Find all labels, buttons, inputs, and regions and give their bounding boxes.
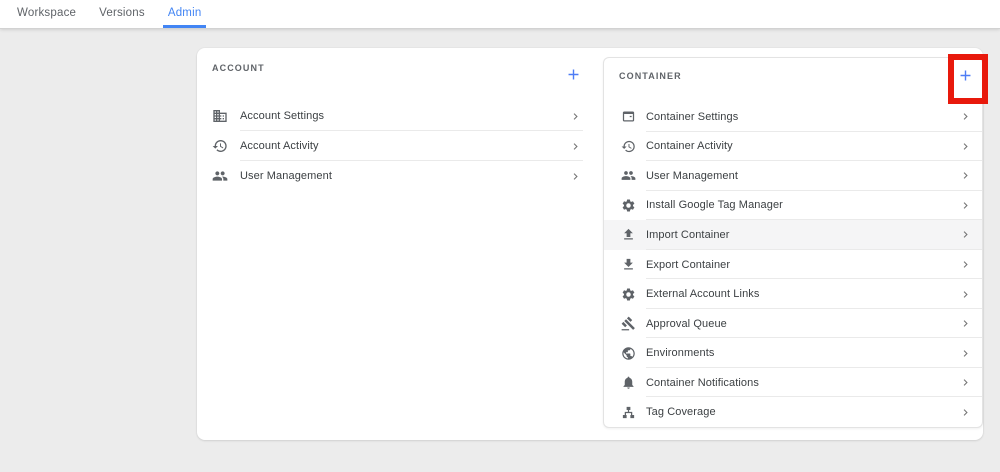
chevron-right-icon bbox=[569, 140, 582, 153]
gear-icon bbox=[621, 198, 636, 213]
business-icon bbox=[212, 108, 228, 124]
top-navigation: Workspace Versions Admin bbox=[0, 0, 1000, 29]
account-section: ACCOUNT Account Settings Account Activity… bbox=[197, 48, 593, 440]
list-item-label: Container Activity bbox=[646, 140, 733, 153]
chevron-right-icon bbox=[959, 376, 972, 389]
list-item-approval-queue[interactable]: Approval Queue bbox=[604, 309, 982, 339]
list-item-label: Install Google Tag Manager bbox=[646, 199, 783, 212]
chevron-right-icon bbox=[959, 288, 972, 301]
list-item-account-activity[interactable]: Account Activity bbox=[197, 131, 593, 161]
upload-icon bbox=[621, 227, 636, 242]
list-item-label: Container Notifications bbox=[646, 376, 759, 389]
history-icon bbox=[212, 138, 228, 154]
chevron-right-icon bbox=[959, 140, 972, 153]
list-item-account-settings[interactable]: Account Settings bbox=[197, 101, 593, 131]
list-item-label: Approval Queue bbox=[646, 317, 727, 330]
list-item-environments[interactable]: Environments bbox=[604, 338, 982, 368]
list-item-label: Export Container bbox=[646, 258, 731, 271]
chevron-right-icon bbox=[569, 110, 582, 123]
list-item-tag-coverage[interactable]: Tag Coverage bbox=[604, 397, 982, 427]
list-item-container-activity[interactable]: Container Activity bbox=[604, 132, 982, 162]
chevron-right-icon bbox=[959, 317, 972, 330]
account-list: Account Settings Account Activity User Man… bbox=[197, 101, 593, 191]
list-item-label: Import Container bbox=[646, 228, 730, 241]
sitemap-icon bbox=[621, 405, 636, 420]
add-account-button[interactable] bbox=[563, 64, 583, 84]
list-item-label: Container Settings bbox=[646, 110, 739, 123]
list-item-label: Tag Coverage bbox=[646, 406, 716, 419]
group-icon bbox=[621, 168, 636, 183]
history-icon bbox=[621, 139, 636, 154]
list-item-export-container[interactable]: Export Container bbox=[604, 250, 982, 280]
list-item-external-account-links[interactable]: External Account Links bbox=[604, 279, 982, 309]
list-item-import-container[interactable]: Import Container bbox=[604, 220, 982, 250]
container-section-title: CONTAINER bbox=[619, 71, 682, 81]
chevron-right-icon bbox=[569, 170, 582, 183]
plus-icon bbox=[565, 66, 582, 83]
list-item-user-management[interactable]: User Management bbox=[197, 161, 593, 191]
account-section-title: ACCOUNT bbox=[212, 63, 265, 73]
add-container-button[interactable] bbox=[955, 65, 975, 85]
list-item-container-notifications[interactable]: Container Notifications bbox=[604, 368, 982, 398]
chevron-right-icon bbox=[959, 406, 972, 419]
bell-icon bbox=[621, 375, 636, 390]
web-asset-icon bbox=[621, 109, 636, 124]
gavel-icon bbox=[621, 316, 636, 331]
list-item-label: Account Settings bbox=[240, 110, 325, 122]
list-item-container-settings[interactable]: Container Settings bbox=[604, 102, 982, 132]
group-icon bbox=[212, 168, 228, 184]
chevron-right-icon bbox=[959, 169, 972, 182]
list-item-label: User Management bbox=[646, 169, 738, 182]
container-section: CONTAINER Container Settings Container Ac… bbox=[603, 57, 983, 428]
list-item-user-management[interactable]: User Management bbox=[604, 161, 982, 191]
download-icon bbox=[621, 257, 636, 272]
chevron-right-icon bbox=[959, 199, 972, 212]
tab-admin[interactable]: Admin bbox=[162, 0, 207, 28]
gear-icon bbox=[621, 287, 636, 302]
list-item-label: User Management bbox=[240, 170, 332, 182]
container-list: Container Settings Container Activity User… bbox=[604, 102, 982, 427]
list-item-label: External Account Links bbox=[646, 288, 760, 301]
chevron-right-icon bbox=[959, 347, 972, 360]
tab-workspace[interactable]: Workspace bbox=[12, 0, 81, 28]
chevron-right-icon bbox=[959, 228, 972, 241]
globe-icon bbox=[621, 346, 636, 361]
chevron-right-icon bbox=[959, 258, 972, 271]
tab-versions[interactable]: Versions bbox=[94, 0, 150, 28]
list-item-label: Account Activity bbox=[240, 140, 319, 152]
list-item-install-google-tag-manager[interactable]: Install Google Tag Manager bbox=[604, 191, 982, 221]
list-item-label: Environments bbox=[646, 347, 715, 360]
chevron-right-icon bbox=[959, 110, 972, 123]
plus-icon bbox=[957, 67, 974, 84]
